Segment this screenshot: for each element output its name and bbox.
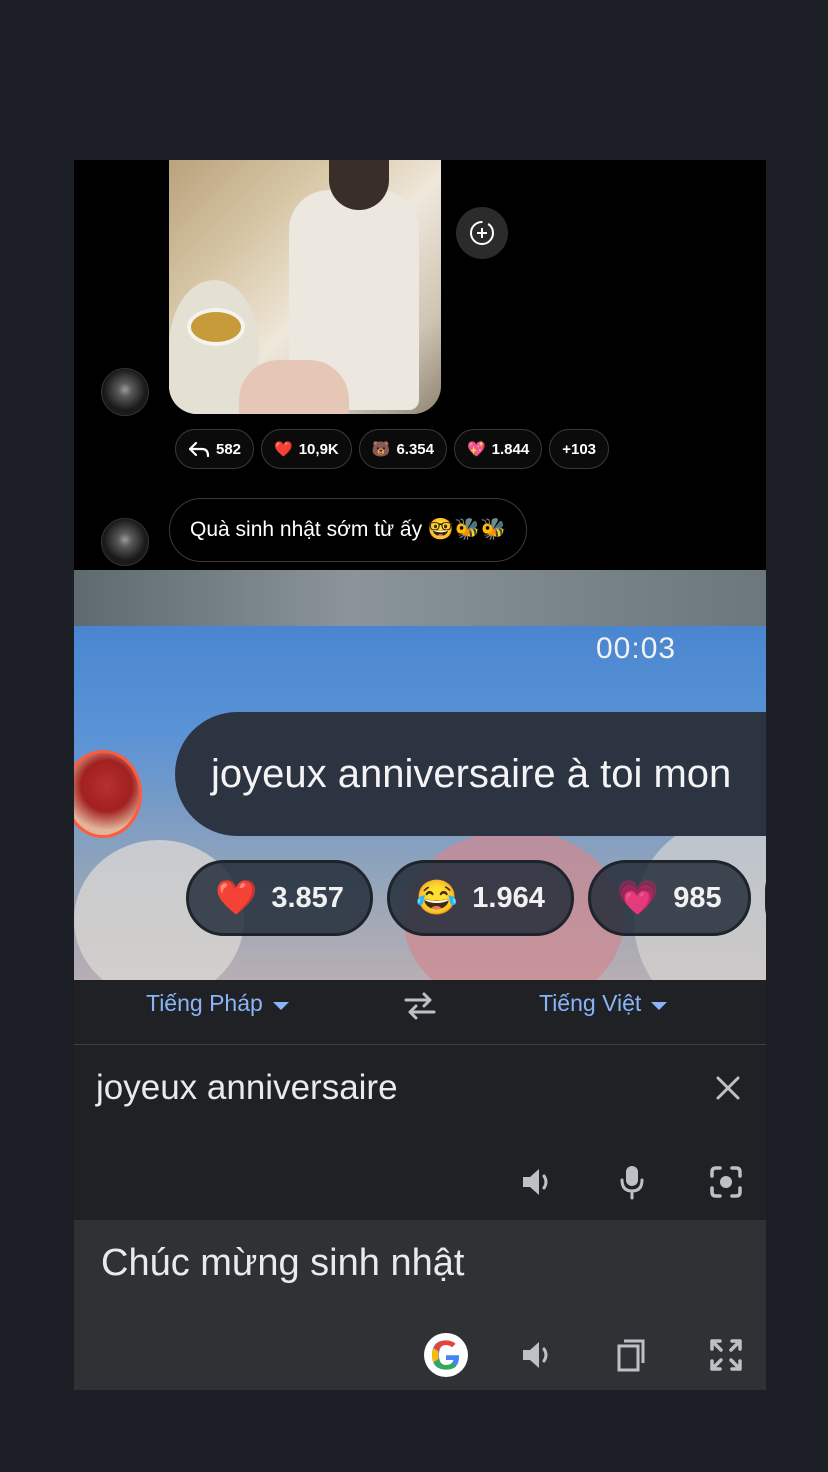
reaction-heart: ❤️ 3.857 <box>186 860 373 936</box>
listen-translation-button[interactable] <box>518 1335 558 1375</box>
shared-photo[interactable] <box>169 160 441 414</box>
fullscreen-button[interactable] <box>706 1335 746 1375</box>
heart-icon: ❤️ <box>274 441 293 458</box>
microphone-icon <box>620 1166 644 1200</box>
bear-icon: 🐻 <box>371 441 391 458</box>
avatar <box>74 750 142 838</box>
heart-icon: ❤️ <box>215 879 258 917</box>
avatar[interactable] <box>101 368 149 416</box>
chat-section: 582 ❤️ 10,9K 🐻 6.354 💖 1.844 +103 Quà si… <box>74 160 766 570</box>
message-text: Quà sinh nhật sớm từ ấy 🤓🐝🐝 <box>190 518 507 541</box>
lens-camera-icon <box>710 1166 742 1198</box>
message-bubble: joyeux anniversaire à toi mon <box>175 712 766 836</box>
reply-icon <box>188 441 210 458</box>
swap-languages-button[interactable] <box>402 990 438 1025</box>
reaction-count: 3.857 <box>271 881 344 914</box>
dropdown-arrow-icon <box>272 1001 289 1010</box>
reply-count-pill[interactable]: 582 <box>175 429 255 469</box>
reaction-partial <box>764 860 766 936</box>
reaction-pink-heart: 💗 985 <box>587 860 751 936</box>
translate-panel: Tiếng Pháp Tiếng Việt joyeux anniversair… <box>74 980 766 1390</box>
more-reactions-count: +103 <box>562 440 597 458</box>
close-icon <box>716 1076 740 1100</box>
translated-text: Chúc mừng sinh nhật <box>101 1242 465 1284</box>
speaker-icon <box>523 1169 548 1195</box>
reply-count: 582 <box>216 440 242 458</box>
copy-icon <box>617 1339 645 1372</box>
reaction-bar: ❤️ 3.857 😂 1.964 💗 985 <box>186 860 766 936</box>
source-text-input[interactable]: joyeux anniversaire <box>96 1068 398 1108</box>
more-reactions-pill[interactable]: +103 <box>549 429 610 469</box>
target-language-label: Tiếng Việt <box>539 990 642 1016</box>
add-circle-icon <box>470 221 494 245</box>
reaction-count: 6.354 <box>396 440 434 458</box>
voice-input-button[interactable] <box>612 1162 652 1202</box>
reaction-bear[interactable]: 🐻 6.354 <box>358 429 447 469</box>
zoomed-screenshot: 00:03 joyeux anniversaire à toi mon ❤️ 3… <box>74 570 766 980</box>
reaction-count: 985 <box>673 881 722 914</box>
clear-text-button[interactable] <box>708 1068 748 1108</box>
pink-heart-icon: 💗 <box>616 879 660 917</box>
language-bar: Tiếng Pháp Tiếng Việt <box>74 980 766 1045</box>
translation-result: Chúc mừng sinh nhật <box>74 1220 766 1390</box>
reaction-laughing: 😂 1.964 <box>386 860 574 936</box>
copy-translation-button[interactable] <box>612 1335 652 1375</box>
camera-translate-button[interactable] <box>706 1162 746 1202</box>
timestamp: 00:03 <box>596 632 677 665</box>
message-bubble[interactable]: Quà sinh nhật sớm từ ấy 🤓🐝🐝 <box>169 498 528 562</box>
message-text: joyeux anniversaire à toi mon <box>211 751 732 796</box>
target-language-select[interactable]: Tiếng Việt <box>539 990 668 1017</box>
reaction-count: 10,9K <box>298 440 339 458</box>
avatar[interactable] <box>101 518 149 566</box>
google-logo-icon[interactable] <box>424 1333 468 1377</box>
fullscreen-icon <box>710 1339 742 1371</box>
sparkling-heart-icon: 💖 <box>466 441 486 458</box>
reaction-count: 1.844 <box>491 440 530 458</box>
source-language-label: Tiếng Pháp <box>146 990 263 1016</box>
dropdown-arrow-icon <box>651 1001 668 1010</box>
speaker-icon <box>523 1342 548 1368</box>
laughing-icon: 😂 <box>415 879 459 917</box>
reaction-sparkling-heart[interactable]: 💖 1.844 <box>453 429 543 469</box>
reaction-heart[interactable]: ❤️ 10,9K <box>261 429 352 469</box>
swap-icon <box>404 992 436 1020</box>
listen-source-button[interactable] <box>518 1162 558 1202</box>
source-language-select[interactable]: Tiếng Pháp <box>146 990 289 1017</box>
reaction-count: 1.964 <box>472 881 545 914</box>
add-reaction-button[interactable] <box>456 207 508 259</box>
reaction-bar: 582 ❤️ 10,9K 🐻 6.354 💖 1.844 +103 <box>175 429 610 469</box>
